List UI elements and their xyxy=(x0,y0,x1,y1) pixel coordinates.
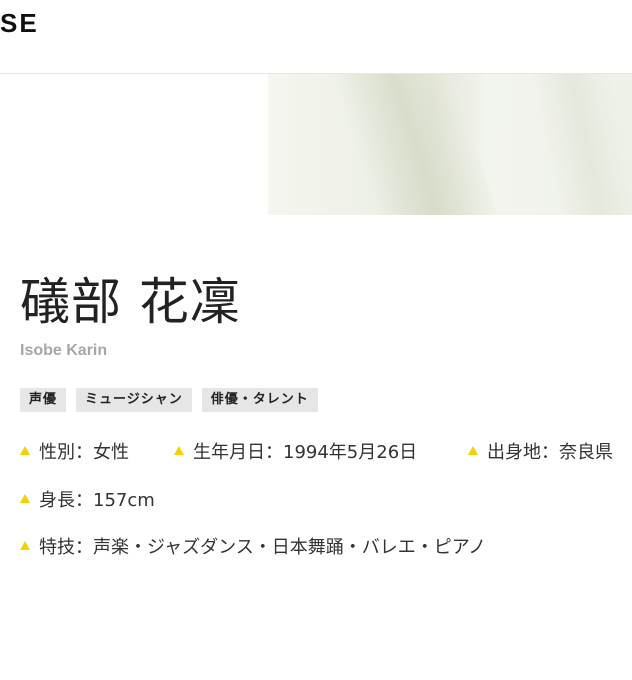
info-gender-text: 性別：女性 xyxy=(39,442,129,463)
info-height-text: 身長：157cm xyxy=(39,490,155,511)
info-height: 身長：157cm xyxy=(20,486,155,512)
tag-actor-talent[interactable]: 俳優・タレント xyxy=(201,388,318,412)
triangle-bullet-icon xyxy=(20,493,30,503)
profile-name-jp: 礒部 花凜 xyxy=(20,273,241,331)
info-birthday: 生年月日：1994年5月26日 xyxy=(174,438,468,464)
triangle-bullet-icon xyxy=(20,445,30,455)
info-skills-text: 特技：声楽・ジャズダンス・日本舞踊・バレエ・ピアノ xyxy=(39,537,487,558)
photo-fold-shade xyxy=(325,74,511,215)
profile-photo xyxy=(268,74,632,215)
triangle-bullet-icon xyxy=(20,540,30,550)
info-row-2: 身長：157cm xyxy=(20,486,155,512)
tag-musician[interactable]: ミュージシャン xyxy=(76,388,192,412)
site-header: SE xyxy=(0,0,632,74)
info-birthday-text: 生年月日：1994年5月26日 xyxy=(193,442,418,463)
info-skills: 特技：声楽・ジャズダンス・日本舞踊・バレエ・ピアノ xyxy=(20,533,486,559)
info-gender: 性別：女性 xyxy=(20,438,174,464)
info-row-3: 特技：声楽・ジャズダンス・日本舞踊・バレエ・ピアノ xyxy=(20,533,486,559)
photo-fold-shade-2 xyxy=(528,74,632,215)
triangle-bullet-icon xyxy=(174,445,184,455)
info-birthplace: 出身地：奈良県 xyxy=(468,438,613,464)
info-row-1: 性別：女性 生年月日：1994年5月26日 出身地：奈良県 xyxy=(20,438,613,464)
triangle-bullet-icon xyxy=(468,445,478,455)
profile-name-en: Isobe Karin xyxy=(20,342,108,359)
category-tags: 声優 ミュージシャン 俳優・タレント xyxy=(20,388,318,412)
tag-voice-actor[interactable]: 声優 xyxy=(20,388,67,412)
brand-logo-text[interactable]: SE xyxy=(0,8,39,39)
info-birthplace-text: 出身地：奈良県 xyxy=(487,442,613,463)
